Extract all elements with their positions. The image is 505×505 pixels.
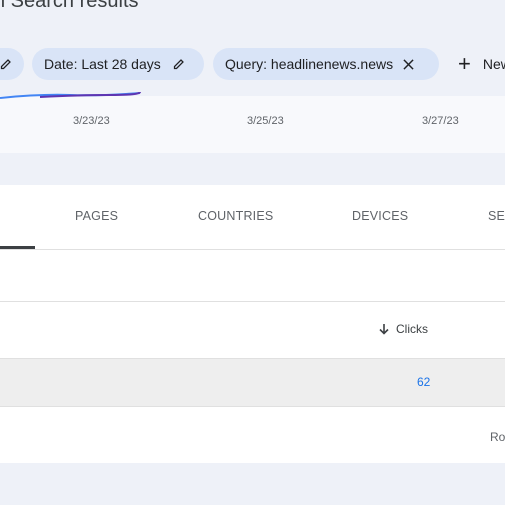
date-filter-label: Date: Last 28 days	[44, 56, 161, 72]
dimension-tabs: PAGES COUNTRIES DEVICES SE	[0, 185, 505, 250]
active-tab-indicator	[0, 246, 35, 249]
filter-chip-previous[interactable]	[0, 48, 24, 80]
results-card: PAGES COUNTRIES DEVICES SE Clicks 62 Ro	[0, 185, 505, 463]
table-toolbar	[0, 250, 505, 302]
tab-pages[interactable]: PAGES	[75, 209, 118, 223]
filter-bar: Date: Last 28 days Query: headlinenews.n…	[0, 32, 505, 96]
chart-lines	[0, 92, 141, 99]
query-filter-chip[interactable]: Query: headlinenews.news	[213, 48, 439, 80]
arrow-down-icon	[379, 323, 389, 335]
tab-search-appearance[interactable]: SE	[488, 209, 505, 223]
close-icon[interactable]	[403, 58, 414, 70]
table-footer: Ro	[0, 407, 505, 463]
clicks-cell: 62	[417, 375, 431, 389]
new-filter-label: New	[482, 56, 505, 72]
tab-countries[interactable]: COUNTRIES	[198, 209, 273, 223]
date-filter-chip[interactable]: Date: Last 28 days	[32, 48, 204, 80]
table-row[interactable]: 62	[0, 359, 505, 407]
tab-devices[interactable]: DEVICES	[352, 209, 408, 223]
clicks-column-label: Clicks	[396, 322, 428, 336]
x-tick-label: 3/27/23	[422, 115, 459, 127]
edit-icon[interactable]	[173, 58, 185, 70]
section-gap	[0, 153, 505, 185]
query-filter-label: Query: headlinenews.news	[225, 56, 394, 72]
performance-chart: 3/23/23 3/25/23 3/27/23	[0, 92, 505, 153]
rows-per-page-label: Ro	[490, 430, 505, 444]
clicks-column-header[interactable]: Clicks	[379, 322, 428, 336]
x-tick-label: 3/23/23	[73, 115, 110, 127]
page-header: n Search results	[0, 0, 505, 33]
page-title: n Search results	[0, 0, 139, 12]
new-filter-button[interactable]: + New	[458, 48, 505, 80]
edit-icon[interactable]	[0, 58, 12, 70]
x-tick-label: 3/25/23	[247, 115, 284, 127]
table-header: Clicks	[0, 302, 505, 359]
plus-icon: +	[458, 51, 471, 76]
